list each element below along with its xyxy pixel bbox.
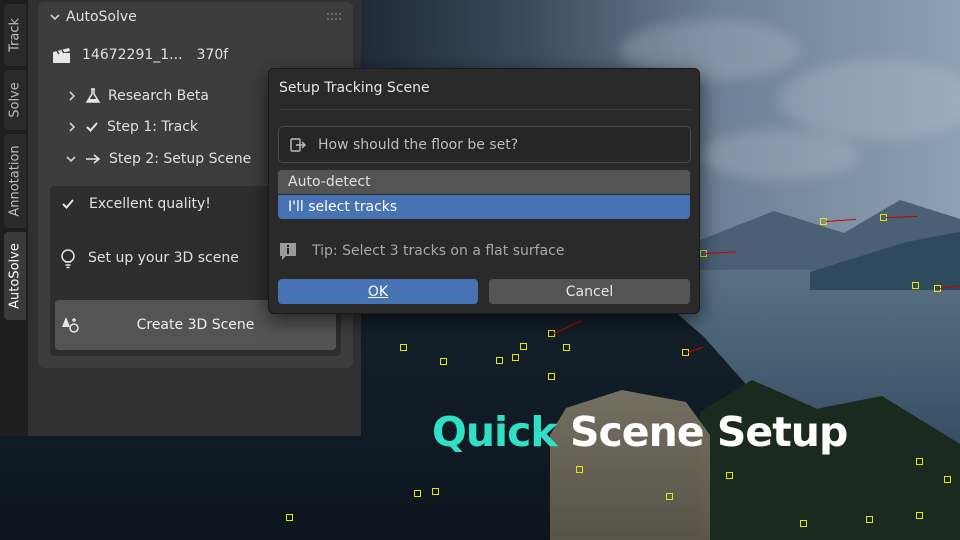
track-marker[interactable] [432,488,439,495]
checkmark-icon [84,119,100,135]
chevron-right-icon [66,89,78,103]
sidebar-tabs: Track Solve Annotation AutoSolve [0,0,28,436]
tab-track[interactable]: Track [4,4,26,66]
checkmark-icon [60,196,76,212]
chevron-down-icon [64,152,78,166]
cloud [700,130,860,180]
track-marker[interactable] [800,520,807,527]
option-label: I'll select tracks [288,199,398,215]
tab-annotation[interactable]: Annotation [4,134,26,228]
section-research-beta[interactable]: Research Beta [66,87,209,105]
floor-export-icon [289,136,307,154]
headline-accent: Quick [432,408,558,456]
section-step1[interactable]: Step 1: Track [66,119,198,135]
track-marker[interactable] [440,358,447,365]
tab-label: Annotation [7,145,23,217]
arrow-right-icon [84,152,102,166]
info-icon [278,241,298,261]
section-label: Research Beta [108,88,209,104]
quality-row: Excellent quality! [60,196,211,212]
tip-text: Tip: Select 3 tracks on a flat surface [312,243,565,259]
section-label: Step 2: Setup Scene [109,151,252,167]
lightbulb-icon [58,247,78,269]
question-text: How should the floor be set? [318,136,519,153]
setup-hint-text: Set up your 3D scene [88,250,239,266]
panel-title-row: AutoSolve [48,9,137,25]
chevron-down-icon [48,10,62,24]
track-marker[interactable] [576,466,583,473]
setup-tracking-scene-dialog: Setup Tracking Scene How should the floo… [268,68,700,314]
option-auto-detect[interactable]: Auto-detect [278,170,690,194]
panel-title: AutoSolve [66,9,137,25]
track-marker[interactable] [548,373,555,380]
track-marker[interactable] [912,282,919,289]
tab-label: Track [7,17,23,53]
tab-autosolve[interactable]: AutoSolve [4,232,26,320]
track-marker[interactable] [916,512,923,519]
clip-frames: 370f [196,47,229,63]
quality-text: Excellent quality! [89,196,211,212]
option-select-tracks[interactable]: I'll select tracks [278,195,690,219]
track-marker[interactable] [286,514,293,521]
section-label: Step 1: Track [107,119,199,135]
section-step2[interactable]: Step 2: Setup Scene [64,151,251,167]
track-marker[interactable] [944,476,951,483]
track-marker[interactable] [520,343,527,350]
track-marker[interactable] [414,490,421,497]
track-marker[interactable] [666,493,673,500]
cancel-button[interactable]: Cancel [489,279,690,304]
panel-header[interactable]: AutoSolve [38,2,353,32]
track-marker[interactable] [400,344,407,351]
floor-question: How should the floor be set? [278,126,691,163]
track-marker[interactable] [563,344,570,351]
cancel-label: Cancel [565,283,614,300]
flask-icon [84,87,102,105]
clip-name: 14672291_1... [82,47,183,63]
drag-handle-icon[interactable] [327,13,341,21]
tab-label: AutoSolve [7,243,23,309]
tab-label: Solve [7,82,23,118]
tab-solve[interactable]: Solve [4,70,26,130]
dialog-divider [279,109,691,110]
track-marker[interactable] [866,516,873,523]
scene-objects-icon [61,315,81,335]
create-button-label: Create 3D Scene [136,317,255,333]
tip-row: Tip: Select 3 tracks on a flat surface [278,241,564,261]
clapperboard-icon [52,46,72,64]
track-marker[interactable] [496,357,503,364]
setup-hint-row: Set up your 3D scene [58,247,239,269]
option-label: Auto-detect [288,174,371,190]
headline-rest: Scene Setup [556,408,848,456]
track-marker[interactable] [916,458,923,465]
ok-button[interactable]: OK [278,279,478,304]
ok-label: OK [367,283,389,300]
headline: Quick Scene Setup [432,408,848,456]
track-marker[interactable] [726,472,733,479]
track-marker[interactable] [512,354,519,361]
clip-row: 14672291_1... 370f [52,46,228,64]
chevron-right-icon [66,120,78,134]
dialog-title: Setup Tracking Scene [279,80,430,96]
